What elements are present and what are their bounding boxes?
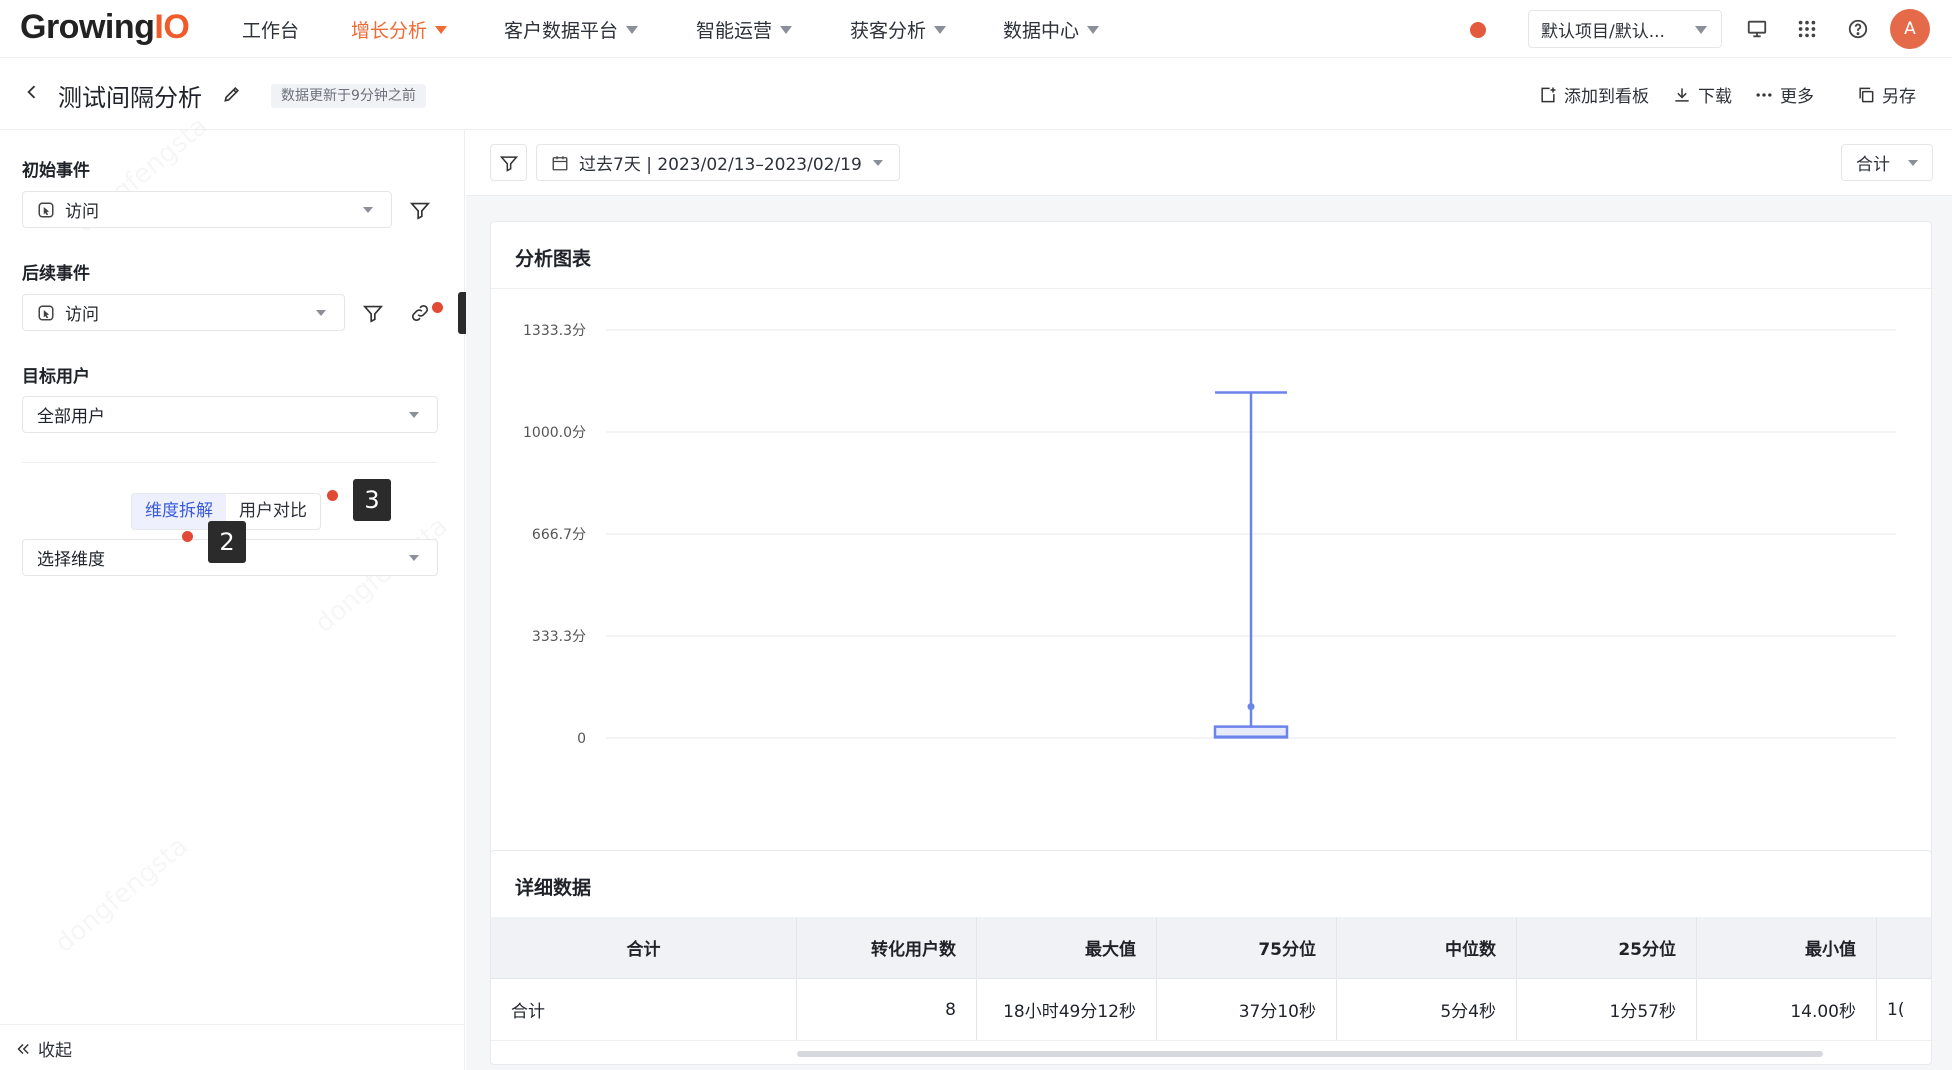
- details-card: 详细数据 合计 转化用户数 最大值 75分位 中位数 25分位 最小值 合计 8…: [490, 850, 1932, 1065]
- table-cell: 5分4秒: [1337, 979, 1517, 1040]
- divider: [0, 1024, 465, 1025]
- double-chevron-left-icon: [17, 1043, 29, 1054]
- project-selector[interactable]: 默认项目/默认...: [1528, 10, 1722, 48]
- table-cell: 14.00秒: [1697, 979, 1877, 1040]
- column-header[interactable]: 转化用户数: [797, 917, 977, 978]
- growingio-logo[interactable]: GrowingIO: [20, 8, 190, 47]
- chevron-down-icon: [435, 25, 448, 34]
- back-arrow-icon[interactable]: [22, 82, 42, 102]
- column-header[interactable]: 最大值: [977, 917, 1157, 978]
- link-icon[interactable]: [409, 302, 431, 324]
- event-icon: [38, 305, 54, 320]
- nav-growth-analysis[interactable]: 增长分析: [351, 16, 448, 43]
- boxplot-chart: 0333.3分666.7分1000.0分1333.3分合计: [523, 323, 1896, 747]
- chart-card: 分析图表 0333.3分666.7分1000.0分1333.3分合计: [490, 221, 1932, 956]
- column-header[interactable]: 中位数: [1337, 917, 1517, 978]
- add-to-board-button[interactable]: 添加到看板: [1538, 82, 1649, 107]
- annotation-dot: [432, 302, 443, 313]
- collapse-button[interactable]: 收起: [14, 1036, 72, 1061]
- download-icon: [1675, 87, 1689, 102]
- details-card-title: 详细数据: [515, 877, 592, 899]
- y-tick-label: 0: [577, 731, 586, 747]
- global-filter-button[interactable]: [490, 144, 527, 181]
- initial-event-label: 初始事件: [22, 161, 90, 181]
- annotation-dot: [182, 531, 193, 542]
- table-cell: 1(: [1887, 999, 1905, 1020]
- copy-icon: [1859, 87, 1874, 102]
- chevron-down-icon: [409, 555, 419, 561]
- follow-event-select[interactable]: 访问: [22, 294, 345, 331]
- add-board-icon: [1541, 87, 1556, 102]
- annotation-badge-2: 2: [208, 521, 246, 563]
- nav-data-center[interactable]: 数据中心: [1003, 16, 1100, 43]
- main-content: 过去7天 | 2023/02/13–2023/02/19 合计 分析图表 0 33…: [466, 130, 1952, 1070]
- table-cell: 37分10秒: [1157, 979, 1337, 1040]
- edit-pencil-icon[interactable]: [222, 84, 242, 104]
- download-button[interactable]: 下载: [1672, 82, 1732, 107]
- chevron-down-icon: [1695, 26, 1707, 34]
- chevron-down-icon: [316, 310, 326, 316]
- initial-event-select[interactable]: 访问: [22, 191, 392, 228]
- event-icon: [38, 202, 54, 217]
- horizontal-scrollbar[interactable]: [797, 1051, 1823, 1057]
- top-navigation: GrowingIO 工作台 增长分析 客户数据平台 智能运营 获客分析 数据中心…: [0, 0, 1952, 58]
- annotation-dot: [327, 490, 338, 501]
- table-cell: 合计: [491, 979, 797, 1040]
- table-header: 合计 转化用户数 最大值 75分位 中位数 25分位 最小值: [491, 917, 1931, 979]
- table-cell: 18小时49分12秒: [977, 979, 1157, 1040]
- page-header: 测试间隔分析 数据更新于9分钟之前 添加到看板 下载 更多 另存: [0, 58, 1952, 130]
- date-range-picker[interactable]: 过去7天 | 2023/02/13–2023/02/19: [536, 144, 900, 181]
- monitor-icon[interactable]: [1746, 18, 1768, 40]
- nav-workbench[interactable]: 工作台: [242, 16, 299, 43]
- nav-smart-ops[interactable]: 智能运营: [696, 16, 793, 43]
- filter-icon: [499, 155, 518, 172]
- y-tick-label: 666.7分: [532, 527, 586, 543]
- notification-dot[interactable]: [1470, 22, 1486, 38]
- apps-grid-icon[interactable]: [1796, 18, 1818, 40]
- chevron-down-icon: [1908, 160, 1918, 166]
- target-users-label: 目标用户: [22, 367, 90, 387]
- more-dots-icon: [1756, 92, 1772, 97]
- table-cell: 1分57秒: [1517, 979, 1697, 1040]
- mean-point: [1247, 703, 1255, 711]
- aggregate-select[interactable]: 合计: [1841, 144, 1933, 181]
- details-table: 合计 转化用户数 最大值 75分位 中位数 25分位 最小值 合计 8 18小时…: [491, 917, 1931, 1041]
- table-cell: 8: [797, 979, 977, 1040]
- chevron-down-icon: [409, 412, 419, 418]
- filter-icon[interactable]: [409, 199, 431, 221]
- chevron-down-icon: [363, 207, 373, 213]
- help-icon[interactable]: [1847, 18, 1869, 40]
- chevron-down-icon: [934, 25, 947, 34]
- column-header[interactable]: 最小值: [1697, 917, 1877, 978]
- chevron-down-icon: [1087, 25, 1100, 34]
- more-button[interactable]: 更多: [1754, 82, 1814, 107]
- target-users-select[interactable]: 全部用户: [22, 396, 438, 433]
- chart-toolbar: 过去7天 | 2023/02/13–2023/02/19 合计: [466, 130, 1952, 196]
- page-title: 测试间隔分析: [58, 84, 202, 112]
- chart-card-title: 分析图表: [515, 248, 592, 270]
- table-row: 合计 8 18小时49分12秒 37分10秒 5分4秒 1分57秒 14.00秒…: [491, 979, 1931, 1041]
- nav-acquisition[interactable]: 获客分析: [850, 16, 947, 43]
- chevron-down-icon: [873, 160, 883, 166]
- column-header[interactable]: [1877, 917, 1931, 978]
- calendar-icon: [552, 155, 568, 170]
- divider: [22, 462, 438, 463]
- column-header[interactable]: 25分位: [1517, 917, 1697, 978]
- config-panel: 初始事件 访问 后续事件 访问 1 目标用户 全部用户 维度拆解 用户对比 3 …: [0, 130, 496, 1070]
- column-header[interactable]: 75分位: [1157, 917, 1337, 978]
- save-as-button[interactable]: 另存: [1856, 82, 1916, 107]
- chevron-down-icon: [626, 25, 639, 34]
- y-tick-label: 333.3分: [532, 629, 586, 645]
- column-header[interactable]: 合计: [491, 917, 797, 978]
- chevron-down-icon: [780, 25, 793, 34]
- y-tick-label: 1000.0分: [523, 425, 586, 441]
- y-tick-label: 1333.3分: [523, 323, 586, 339]
- follow-event-label: 后续事件: [22, 264, 90, 284]
- avatar[interactable]: A: [1890, 9, 1930, 49]
- filter-icon[interactable]: [362, 302, 384, 324]
- nav-cdp[interactable]: 客户数据平台: [504, 16, 639, 43]
- annotation-badge-3: 3: [353, 479, 391, 521]
- update-status-badge: 数据更新于9分钟之前: [271, 84, 426, 108]
